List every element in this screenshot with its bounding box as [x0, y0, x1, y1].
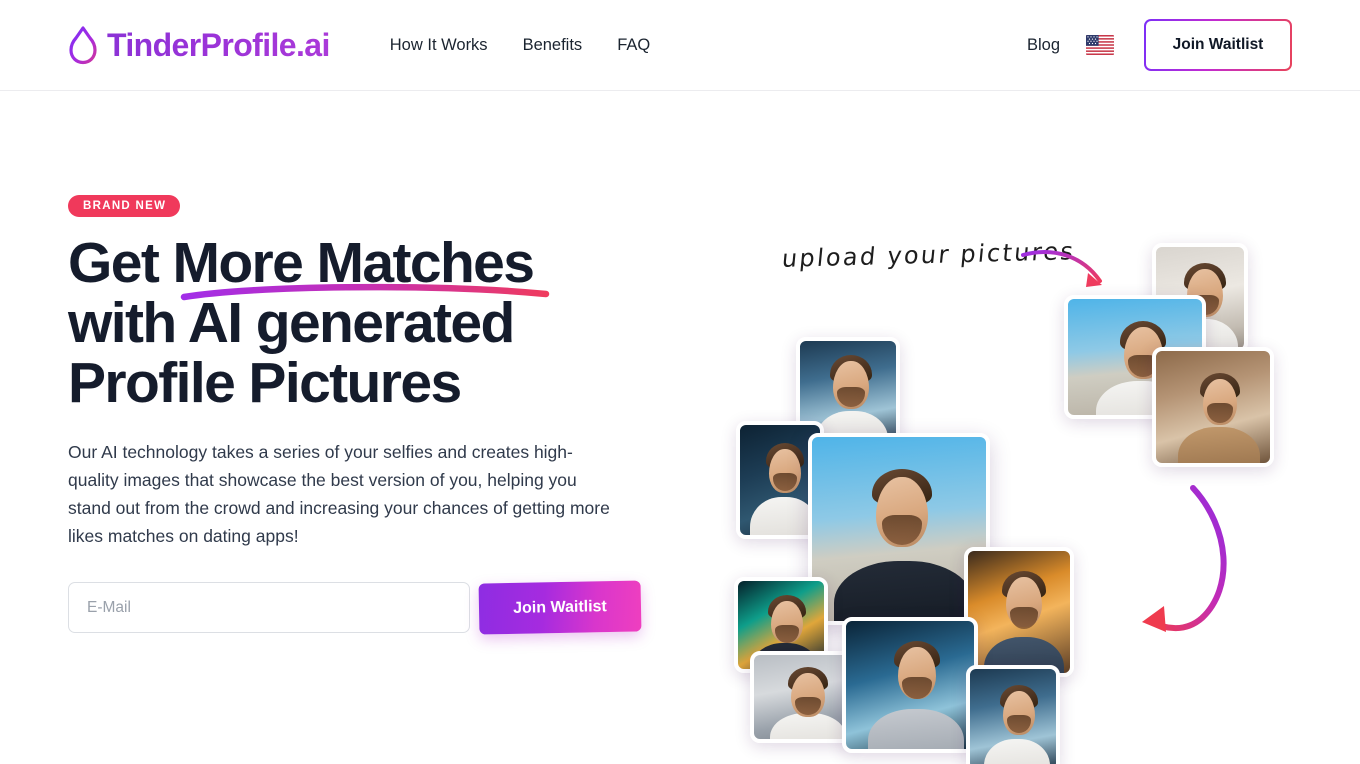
selfie-photo-3 [1152, 347, 1274, 467]
main-nav: How It Works Benefits FAQ [390, 36, 650, 55]
headline-line-2: with AI generated [68, 291, 515, 355]
logo[interactable]: TinderProfile.ai [68, 25, 330, 65]
hero-illustration: upload your pictures [690, 195, 1330, 764]
generated-photo-7 [966, 665, 1060, 764]
email-input[interactable] [68, 582, 470, 633]
nav-link-benefits[interactable]: Benefits [523, 36, 583, 55]
nav-link-blog[interactable]: Blog [1027, 36, 1060, 55]
header-join-waitlist-label: Join Waitlist [1146, 21, 1290, 69]
headline-line-1: Get More Matches [68, 231, 535, 295]
hero-copy: BRAND NEW Get More Matches with AI gener… [68, 195, 678, 635]
headline-line-3: Profile Pictures [68, 351, 462, 415]
brand-new-badge: BRAND NEW [68, 195, 181, 217]
results-arrow-icon [1142, 485, 1227, 632]
page-title: Get More Matches with AI generated Profi… [68, 233, 678, 413]
generated-photo-6 [842, 617, 978, 753]
nav-link-how-it-works[interactable]: How It Works [390, 36, 488, 55]
generated-photo-4 [964, 547, 1074, 677]
site-header: TinderProfile.ai How It Works Benefits F… [0, 0, 1360, 91]
header-actions: Blog Join Waitlist [1027, 19, 1292, 71]
logo-text: TinderProfile.ai [107, 26, 330, 63]
header-join-waitlist-button[interactable]: Join Waitlist [1144, 19, 1292, 71]
hero-description: Our AI technology takes a series of your… [68, 442, 610, 546]
nav-link-faq[interactable]: FAQ [617, 36, 650, 55]
waitlist-form: Join Waitlist [68, 580, 678, 635]
flame-icon [68, 25, 98, 65]
hero-join-waitlist-button[interactable]: Join Waitlist [478, 580, 642, 635]
upload-arrow-icon [1021, 250, 1102, 287]
us-flag-icon[interactable] [1086, 35, 1114, 55]
hero-section: BRAND NEW Get More Matches with AI gener… [0, 91, 1360, 764]
generated-photo-main [808, 433, 990, 625]
